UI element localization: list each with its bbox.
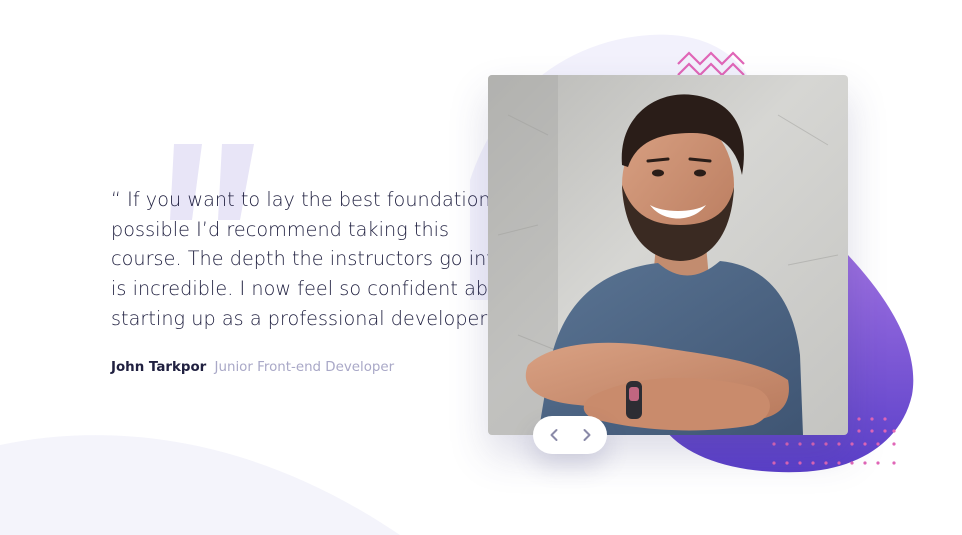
testimonial-line: possible I’d recommend taking this [111,217,450,241]
previous-button[interactable] [535,416,572,454]
author-role: Junior Front-end Developer [214,360,395,375]
portrait-image [488,75,848,435]
testimonial-section: “ If you want to lay the best foundation… [0,0,962,535]
testimonial-photo [488,75,848,435]
testimonial-line: course. The depth the instructors go int… [111,247,506,271]
testimonial-quote: “ If you want to lay the best foundation… [111,185,541,334]
testimonial-line: starting up as a professional developer.… [111,306,508,330]
testimonial-author: John Tarkpor Junior Front-end Developer [111,360,394,375]
chevron-right-icon [583,429,590,441]
testimonial-line: is incredible. I now feel so confident a… [111,277,520,301]
next-button[interactable] [568,416,605,454]
slider-navigation [533,416,607,454]
author-name: John Tarkpor [111,360,207,375]
testimonial-line: “ If you want to lay the best foundation [111,188,491,211]
chevron-left-icon [550,429,557,441]
